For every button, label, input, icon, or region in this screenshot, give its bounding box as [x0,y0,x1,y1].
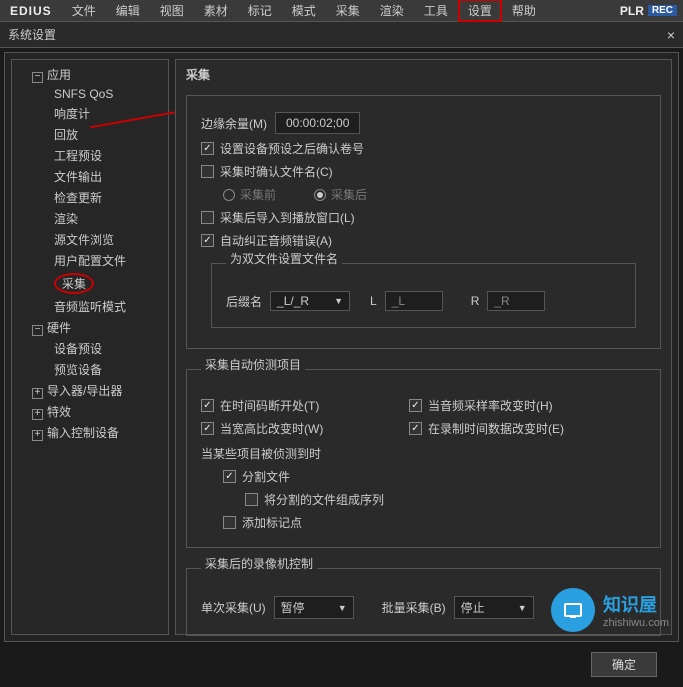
status-indicator: PLR REC [620,4,683,18]
checkbox-auto-audio[interactable]: ✓自动纠正音频错误(A) [201,232,332,249]
section-general: 边缘余量(M) 00:00:02;00 ✓设置设备预设之后确认卷号 采集时确认文… [186,95,661,349]
settings-tree[interactable]: −应用 SNFS QoS 响度计 回放 工程预设 文件输出 检查更新 渲染 源文… [11,59,169,635]
tree-item-capture[interactable]: 采集 [12,271,168,296]
checkbox-add-marker[interactable]: 添加标记点 [223,514,302,531]
chevron-down-icon: ▼ [518,603,527,613]
collapse-icon[interactable]: − [32,72,43,83]
plr-label: PLR [620,4,644,18]
dialog-title-text: 系统设置 [8,26,56,43]
batch-label: 批量采集(B) [382,599,446,616]
suffix-label: 后缀名 [226,293,262,310]
close-icon[interactable]: × [667,27,675,43]
expand-icon[interactable]: + [32,388,43,399]
watermark: 知识屋 zhishiwu.com [551,588,669,632]
watermark-icon [551,588,595,632]
radio-before: 采集前 [223,186,276,203]
single-dropdown[interactable]: 暂停▼ [274,596,354,619]
checkbox-tc-break[interactable]: ✓在时间码断开处(T) [201,397,401,414]
checkbox-rec-num[interactable]: ✓在录制时间数据改变时(E) [409,420,564,437]
batch-dropdown[interactable]: 停止▼ [454,596,534,619]
tree-hardware[interactable]: −硬件 [12,317,168,338]
tree-item[interactable]: 响度计 [12,103,168,124]
menu-view[interactable]: 视图 [150,0,194,22]
tree-item[interactable]: 回放 [12,124,168,145]
l-field: _L [385,291,443,311]
menu-file[interactable]: 文件 [62,0,106,22]
checkbox-make-seq[interactable]: 将分割的文件组成序列 [245,491,384,508]
l-label: L [370,294,377,308]
fieldset-autodetect: 采集自动侦测项目 ✓在时间码断开处(T) ✓当音频采样率改变时(H) ✓当宽高比… [186,369,661,548]
tree-item[interactable]: SNFS QoS [12,85,168,103]
rec-label: REC [648,5,677,16]
menu-marker[interactable]: 标记 [238,0,282,22]
tree-io[interactable]: +导入器/导出器 [12,380,168,401]
tree-item[interactable]: 用户配置文件 [12,250,168,271]
margin-timecode[interactable]: 00:00:02;00 [275,112,360,134]
expand-icon[interactable]: + [32,409,43,420]
radio-after: 采集后 [314,186,367,203]
collapse-icon[interactable]: − [32,325,43,336]
menubar: EDIUS 文件 编辑 视图 素材 标记 模式 采集 渲染 工具 设置 帮助 P… [0,0,683,22]
checkbox-import-window[interactable]: 采集后导入到播放窗口(L) [201,209,355,226]
tree-item[interactable]: 设备预设 [12,338,168,359]
r-label: R [471,294,480,308]
tree-item[interactable]: 源文件浏览 [12,229,168,250]
when-detected-label: 当某些项目被侦测到时 [201,445,646,462]
menu-render[interactable]: 渲染 [370,0,414,22]
tree-item[interactable]: 检查更新 [12,187,168,208]
chevron-down-icon: ▼ [338,603,347,613]
checkbox-audio-rate[interactable]: ✓当音频采样率改变时(H) [409,397,553,414]
single-label: 单次采集(U) [201,599,266,616]
checkbox-aspect[interactable]: ✓当宽高比改变时(W) [201,420,401,437]
watermark-title: 知识屋 [603,591,669,617]
menu-settings[interactable]: 设置 [458,0,502,22]
suffix-dropdown[interactable]: _L/_R▼ [270,291,350,311]
dialog-body: −应用 SNFS QoS 响度计 回放 工程预设 文件输出 检查更新 渲染 源文… [4,52,679,642]
tree-item[interactable]: 工程预设 [12,145,168,166]
menu-tools[interactable]: 工具 [414,0,458,22]
ok-button[interactable]: 确定 [591,652,657,677]
tree-item[interactable]: 音频监听模式 [12,296,168,317]
checkbox-split[interactable]: ✓分割文件 [223,468,290,485]
menu-edit[interactable]: 编辑 [106,0,150,22]
dialog-titlebar: 系统设置 × [0,22,683,48]
checkbox-confirm-name[interactable]: 采集时确认文件名(C) [201,163,333,180]
app-logo: EDIUS [0,4,62,18]
menu-help[interactable]: 帮助 [502,0,546,22]
panel-title: 采集 [176,60,671,89]
tree-input[interactable]: +输入控制设备 [12,422,168,443]
expand-icon[interactable]: + [32,430,43,441]
dialog-footer: 确定 [176,642,671,687]
tree-item[interactable]: 文件输出 [12,166,168,187]
tree-fx[interactable]: +特效 [12,401,168,422]
tree-item[interactable]: 预览设备 [12,359,168,380]
tree-item[interactable]: 渲染 [12,208,168,229]
checkbox-confirm-reel[interactable]: ✓设置设备预设之后确认卷号 [201,140,364,157]
r-field: _R [487,291,545,311]
menu-clip[interactable]: 素材 [194,0,238,22]
margin-label: 边缘余量(M) [201,115,267,132]
menu-mode[interactable]: 模式 [282,0,326,22]
chevron-down-icon: ▼ [334,296,343,306]
fieldset-dual-file: 为双文件设置文件名 后缀名 _L/_R▼ L _L R _R [211,263,636,328]
watermark-url: zhishiwu.com [603,617,669,629]
menu-capture[interactable]: 采集 [326,0,370,22]
settings-panel: 采集 边缘余量(M) 00:00:02;00 ✓设置设备预设之后确认卷号 采集时… [175,59,672,635]
tree-app[interactable]: −应用 [12,64,168,85]
